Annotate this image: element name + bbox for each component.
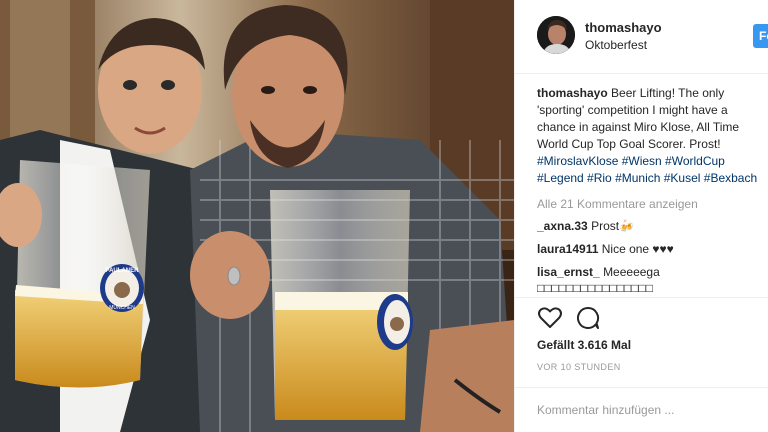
- comment-input[interactable]: [537, 400, 757, 420]
- post-header: thomashayo Oktoberfest Folgen: [515, 0, 768, 74]
- comment-item: _axna.33 Prost🍻: [537, 218, 768, 234]
- avatar[interactable]: [537, 16, 575, 54]
- caption: thomashayo Beer Lifting! The only 'sport…: [537, 85, 768, 187]
- view-all-comments-link[interactable]: Alle 21 Kommentare anzeigen: [537, 197, 768, 211]
- comment-username[interactable]: _axna.33: [537, 219, 588, 233]
- photo-image: PAULANER MÜNCHEN: [0, 0, 514, 432]
- comment-item: lisa_ernst_ Meeeeega □□□□□□□□□□□□□□□□: [537, 264, 768, 296]
- svg-text:PAULANER: PAULANER: [106, 268, 140, 274]
- comment-username[interactable]: laura14911: [537, 242, 598, 256]
- comment-item: laura14911 Nice one ♥♥♥: [537, 241, 768, 257]
- post-location[interactable]: Oktoberfest: [585, 38, 647, 52]
- heart-icon[interactable]: [537, 306, 563, 330]
- comment-username[interactable]: lisa_ernst_: [537, 265, 600, 279]
- follow-button[interactable]: Folgen: [753, 24, 768, 48]
- post-username[interactable]: thomashayo: [585, 20, 662, 35]
- speech-bubble-icon[interactable]: [575, 306, 601, 330]
- post-actions: Gefällt 3.616 Mal VOR 10 STUNDEN: [515, 297, 768, 387]
- post-timestamp[interactable]: VOR 10 STUNDEN: [537, 362, 621, 372]
- svg-text:MÜNCHEN: MÜNCHEN: [109, 304, 135, 311]
- caption-hashtags[interactable]: #MiroslavKlose #Wiesn #WorldCup #Legend …: [537, 154, 757, 185]
- comments-section: thomashayo Beer Lifting! The only 'sport…: [537, 85, 768, 297]
- post-side-panel: thomashayo Oktoberfest Folgen thomashayo…: [514, 0, 768, 432]
- add-comment-bar: [515, 387, 768, 432]
- comment-text: Prost🍻: [591, 219, 635, 233]
- caption-username[interactable]: thomashayo: [537, 86, 608, 100]
- likes-count[interactable]: Gefällt 3.616 Mal: [537, 338, 631, 352]
- post-photo[interactable]: PAULANER MÜNCHEN: [0, 0, 514, 432]
- comment-text: Nice one ♥♥♥: [601, 242, 674, 256]
